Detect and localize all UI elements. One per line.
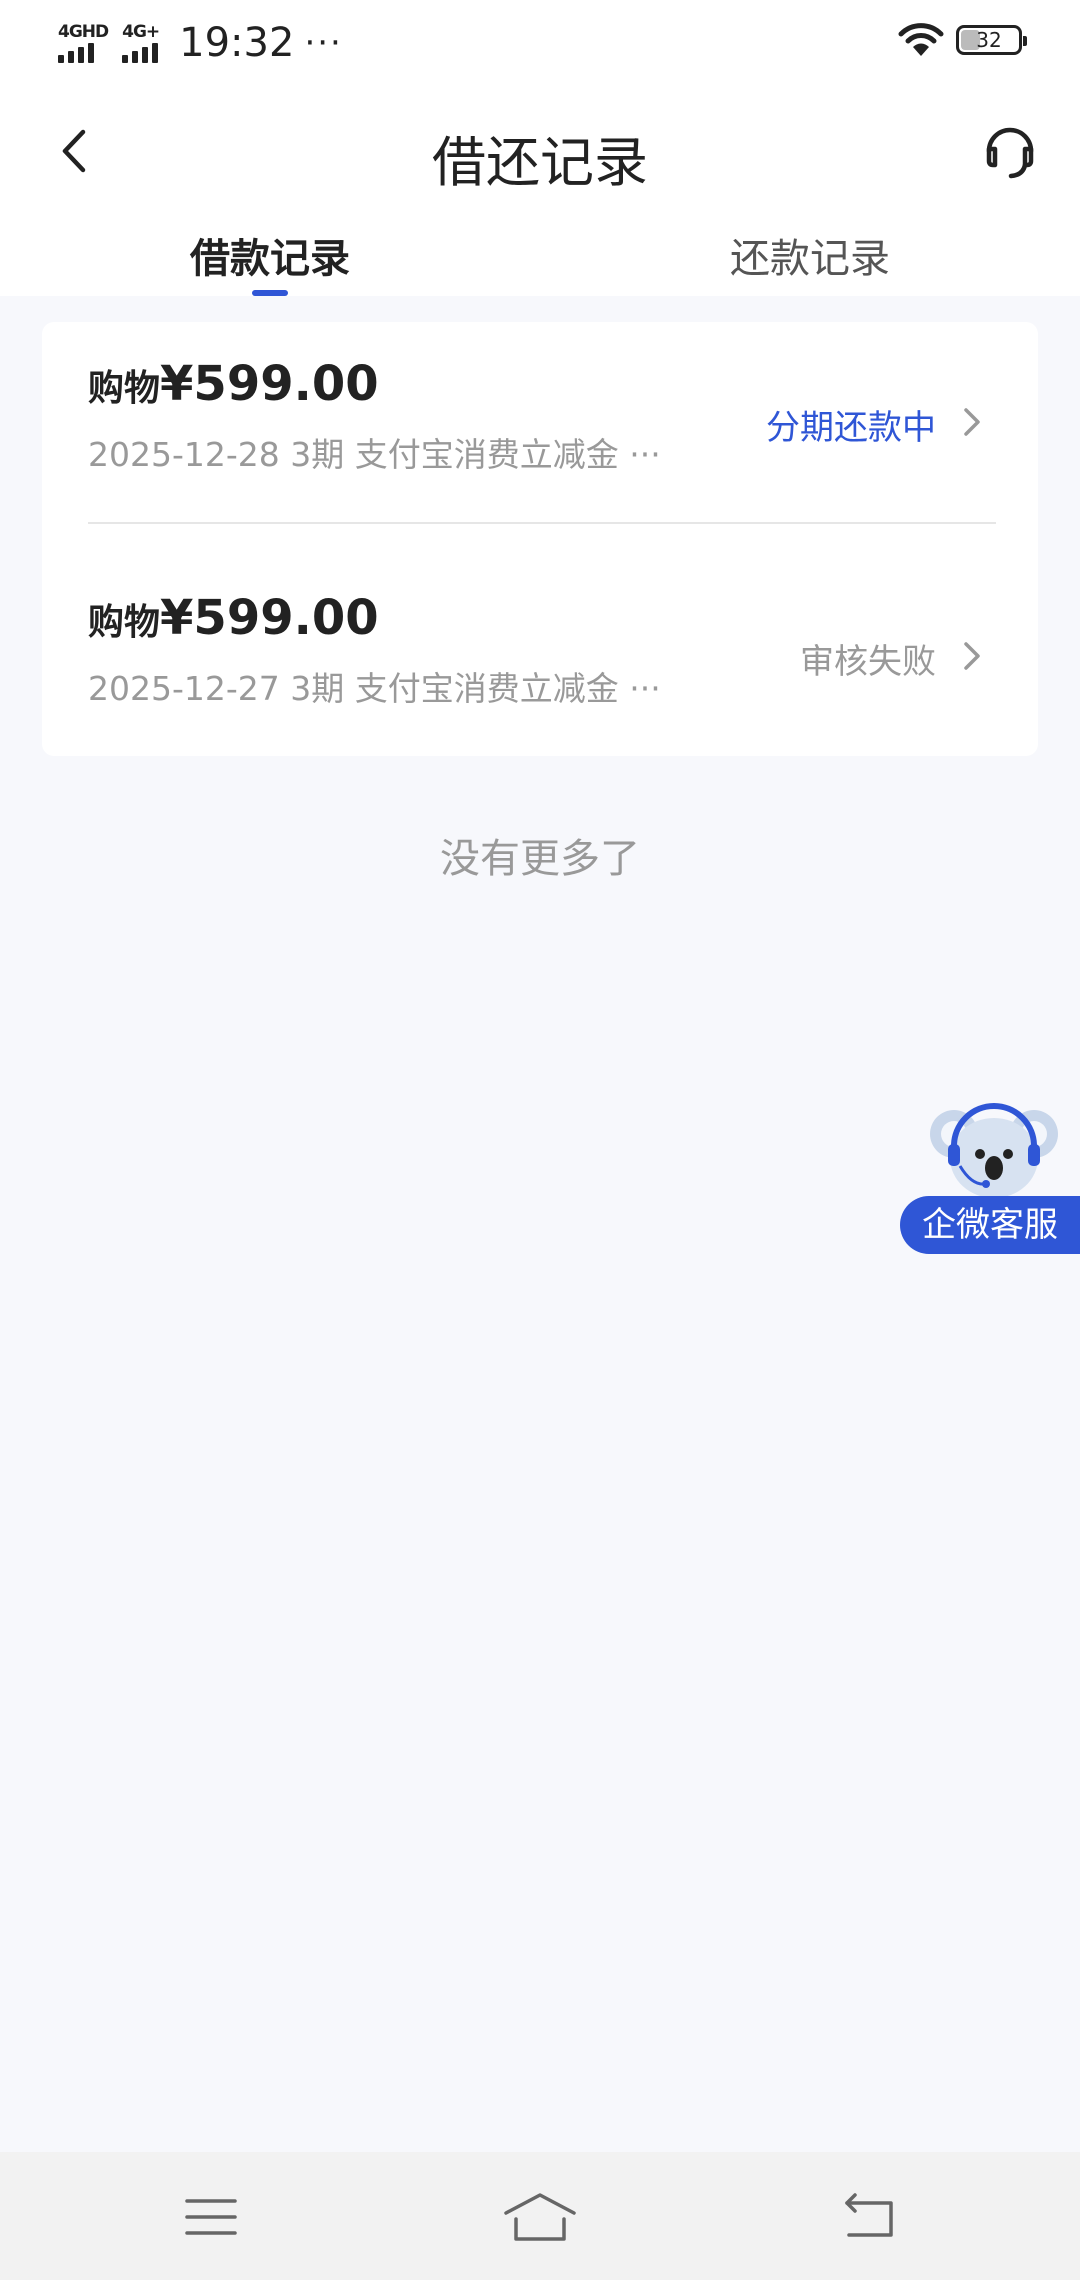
chevron-right-icon	[964, 642, 980, 670]
network-type-label: 4G+	[122, 22, 160, 42]
floating-service-button[interactable]: 企微客服	[900, 1100, 1080, 1260]
koala-mascot-icon	[930, 1103, 1058, 1198]
record-subtitle: 2025-12-28 3期 支付宝消费立减金 ···	[88, 435, 661, 474]
headset-icon	[986, 127, 1034, 179]
back-nav-icon	[845, 2193, 893, 2237]
signal-bars-icon	[58, 43, 94, 63]
tab-repay-records[interactable]: 还款记录	[540, 216, 1080, 296]
record-amount: ¥599.00	[160, 356, 379, 412]
tab-bar: 借款记录 还款记录	[0, 216, 1080, 296]
header: 借还记录 借款记录 还款记录	[0, 86, 1080, 296]
customer-service-button[interactable]	[970, 110, 1050, 190]
battery-icon: 32	[956, 25, 1027, 55]
network-type-label: 4GHD	[58, 22, 109, 42]
divider	[88, 522, 996, 524]
record-item[interactable]: 购物¥599.00 2025-12-28 3期 支付宝消费立减金 ··· 分期还…	[42, 322, 1038, 512]
records-card: 购物¥599.00 2025-12-28 3期 支付宝消费立减金 ··· 分期还…	[42, 322, 1038, 756]
battery-level: 32	[976, 28, 1002, 52]
page: 4GHD 4G+ 19:32 ··· 32 借还记录 借款记录 还款记录 购物¥…	[0, 0, 1080, 2280]
floating-service-label: 企微客服	[900, 1196, 1080, 1254]
menu-icon	[185, 2199, 237, 2235]
status-more-dots: ···	[304, 23, 343, 63]
signal-indicator-1: 4GHD	[58, 22, 109, 63]
record-title: 购物¥599.00	[88, 590, 379, 646]
record-item[interactable]: 购物¥599.00 2025-12-27 3期 支付宝消费立减金 ··· 审核失…	[42, 556, 1038, 746]
home-icon	[504, 2193, 576, 2241]
record-title: 购物¥599.00	[88, 356, 379, 412]
no-more-text: 没有更多了	[440, 836, 640, 882]
record-subtitle: 2025-12-27 3期 支付宝消费立减金 ···	[88, 669, 661, 708]
record-status: 分期还款中	[766, 408, 936, 448]
nav-back-button[interactable]	[824, 2182, 914, 2252]
record-status: 审核失败	[800, 642, 936, 682]
nav-home-button[interactable]	[495, 2182, 585, 2252]
system-nav-bar	[0, 2152, 1080, 2280]
signal-indicator-2: 4G+	[122, 22, 160, 63]
page-title: 借还记录	[432, 131, 648, 194]
status-time: 19:32	[179, 20, 295, 66]
signal-bars-icon	[122, 43, 159, 63]
record-type: 购物	[88, 602, 161, 643]
chevron-right-icon	[964, 408, 980, 436]
status-bar: 4GHD 4G+ 19:32 ··· 32	[0, 0, 1080, 86]
tab-borrow-records[interactable]: 借款记录	[0, 216, 540, 296]
wifi-icon	[898, 23, 944, 56]
status-right: 32	[898, 22, 1027, 58]
record-amount: ¥599.00	[160, 590, 379, 646]
nav-menu-button[interactable]	[166, 2182, 256, 2252]
record-type: 购物	[88, 368, 161, 409]
